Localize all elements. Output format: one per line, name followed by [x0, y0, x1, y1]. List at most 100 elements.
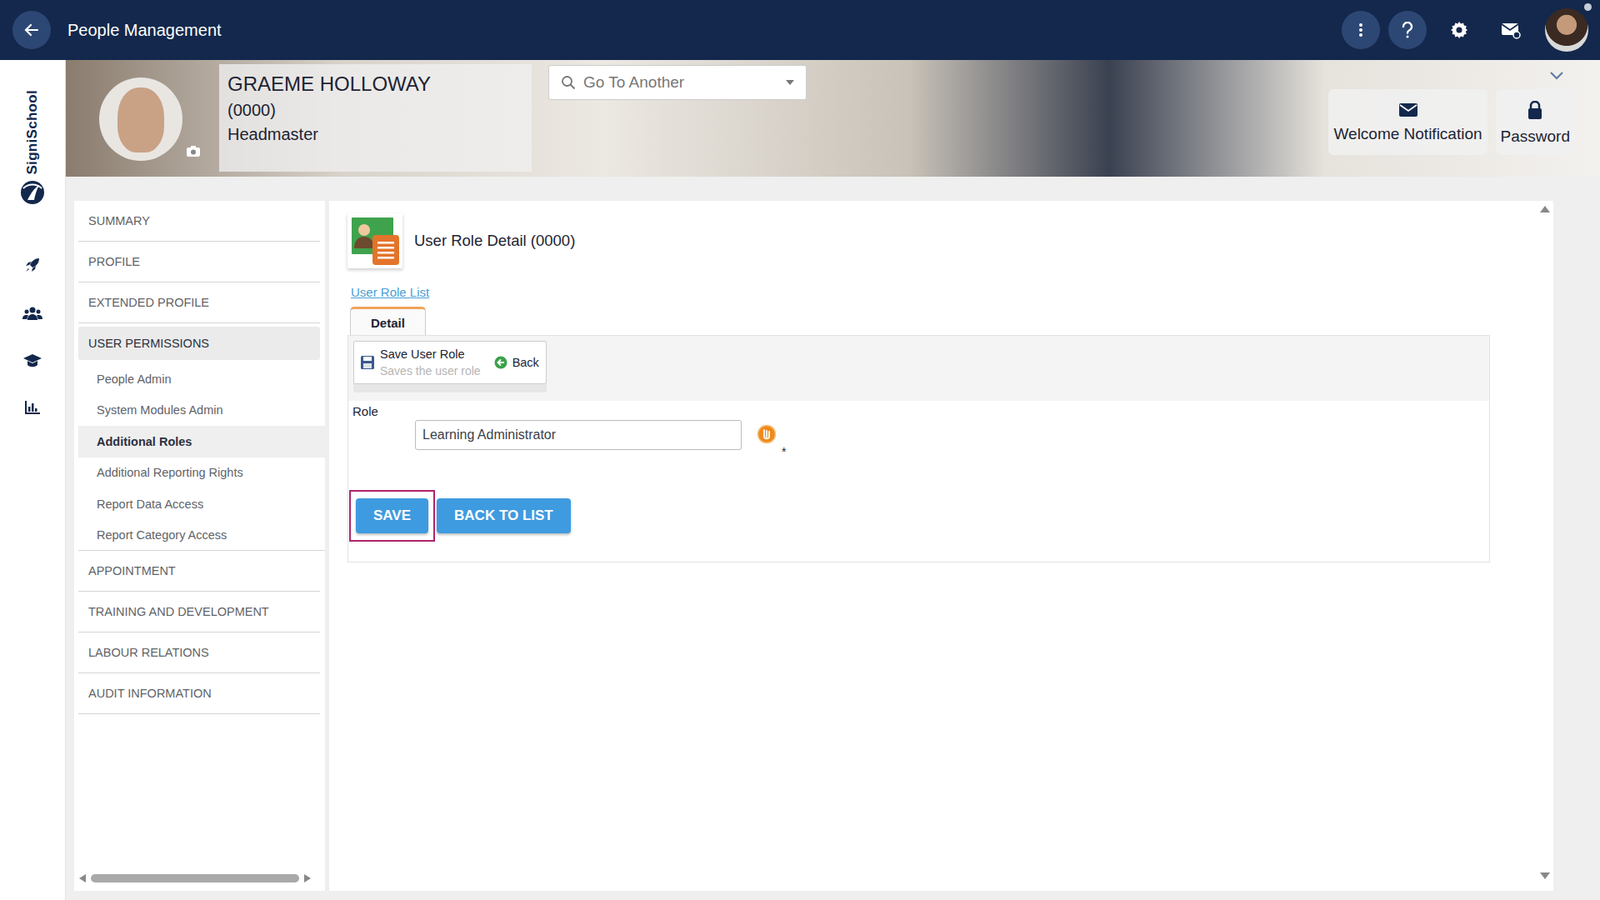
logo-mark-icon: [18, 178, 47, 207]
header-button[interactable]: Welcome Notification: [1328, 89, 1487, 155]
user-role-icon: [347, 213, 403, 269]
menu-item[interactable]: People Admin: [78, 363, 325, 395]
chevron-down-icon[interactable]: [1550, 71, 1564, 80]
detail-panel: User Role Detail (0000) User Role List D…: [329, 200, 1554, 891]
required-mark: *: [781, 445, 786, 459]
user-avatar[interactable]: [1545, 8, 1589, 52]
app: People Management SigniSchool GRAEME HOL…: [0, 0, 1600, 900]
profile-photo: [99, 77, 183, 161]
role-input[interactable]: Learning Administrator: [415, 420, 742, 450]
header-button-label: Welcome Notification: [1333, 125, 1482, 144]
floppy-disk-icon: [360, 355, 375, 370]
question-icon: [1400, 21, 1415, 39]
scroll-right-icon[interactable]: [304, 874, 311, 883]
search-placeholder: Go To Another: [583, 73, 779, 92]
main-area: GRAEME HOLLOWAY (0000) Headmaster Go To …: [65, 60, 1600, 900]
menu-item[interactable]: EXTENDED PROFILE: [78, 282, 320, 324]
vertical-scrollbar[interactable]: [1536, 200, 1554, 891]
top-bar: People Management: [0, 0, 1600, 60]
role-row: Learning Administrator *: [348, 420, 1490, 459]
user-list-icon: [349, 215, 401, 267]
search-icon: [560, 75, 576, 90]
menu-item-label: SUMMARY: [88, 214, 150, 228]
help-button[interactable]: [1388, 10, 1427, 50]
menu-item-label: LABOUR RELATIONS: [88, 645, 210, 660]
menu-item[interactable]: Report Data Access: [78, 488, 325, 520]
tab-body: Save User Role Saves the user role Back …: [347, 335, 1490, 563]
back-button[interactable]: [12, 10, 51, 50]
menu-item[interactable]: SUMMARY: [78, 200, 320, 242]
settings-button[interactable]: [1440, 10, 1479, 50]
horizontal-scrollbar[interactable]: [74, 874, 325, 891]
scroll-down-icon[interactable]: [1540, 872, 1550, 880]
lock-icon: [1527, 100, 1543, 120]
photo-placeholder: [117, 87, 165, 153]
menu-item[interactable]: Additional Roles: [78, 425, 325, 458]
role-label: Role: [348, 400, 1490, 419]
menu-item-label: People Admin: [96, 372, 171, 386]
save-user-role-button[interactable]: Save User Role Saves the user role: [354, 341, 488, 384]
tab[interactable]: Detail: [350, 306, 426, 335]
person-role: Headmaster: [227, 125, 524, 145]
header-button-label: Password: [1500, 127, 1570, 146]
rocket-icon[interactable]: [24, 256, 41, 274]
mail-icon: [1500, 20, 1522, 40]
gear-icon: [1449, 20, 1470, 40]
more-button[interactable]: [1341, 10, 1380, 50]
page-header: User Role Detail (0000): [347, 213, 1490, 269]
arrow-left-icon: [23, 21, 40, 39]
more-vertical-icon: [1358, 22, 1364, 38]
scroll-thumb[interactable]: [90, 874, 300, 883]
logo[interactable]: SigniSchool: [18, 90, 47, 207]
toolbar: Save User Role Saves the user role Back: [353, 340, 547, 385]
menu-item[interactable]: Additional Reporting Rights: [78, 457, 325, 490]
page-title: User Role Detail (0000): [414, 231, 575, 250]
logo-text: SigniSchool: [24, 90, 41, 175]
menu-item[interactable]: APPOINTMENT: [78, 550, 320, 592]
person-info: GRAEME HOLLOWAY (0000) Headmaster: [219, 64, 532, 172]
action-button[interactable]: BACK TO LIST: [436, 498, 571, 534]
menu-item-label: Additional Roles: [96, 435, 192, 449]
menu-item-label: EXTENDED PROFILE: [88, 295, 210, 310]
save-texts: Save User Role Saves the user role: [380, 347, 481, 378]
toolbar-label: Back: [512, 355, 540, 370]
action-button[interactable]: SAVE: [355, 498, 429, 534]
messages-button[interactable]: [1491, 10, 1530, 50]
menu-item-label: PROFILE: [88, 255, 140, 269]
breadcrumb: User Role List: [347, 285, 1490, 300]
menu-item-label: USER PERMISSIONS: [88, 336, 210, 350]
status-dot: [1584, 3, 1592, 11]
scroll-up-icon[interactable]: [1540, 205, 1550, 213]
person-name: GRAEME HOLLOWAY: [227, 72, 524, 96]
caret-down-icon: [785, 80, 795, 85]
body: SigniSchool GRAEME HOLLOWAY (0000) Headm…: [0, 60, 1600, 900]
menu-item[interactable]: LABOUR RELATIONS: [78, 632, 320, 674]
scroll-left-icon[interactable]: [79, 874, 86, 883]
button-wrapper: SAVE: [349, 490, 435, 542]
person-code: (0000): [227, 100, 524, 120]
menu-item[interactable]: AUDIT INFORMATION: [78, 673, 320, 715]
header-button[interactable]: Password: [1495, 89, 1575, 155]
section-menu: SUMMARY PROFILE EXTENDED PROFILE USER PERMI…: [74, 200, 325, 891]
menu-item-label: System Modules Admin: [96, 403, 224, 417]
camera-icon[interactable]: [185, 145, 201, 158]
menu-item[interactable]: PROFILE: [78, 241, 320, 283]
menu-item-label: Report Data Access: [96, 497, 204, 511]
go-to-another-search[interactable]: Go To Another: [548, 65, 807, 100]
lookup-icon[interactable]: [756, 424, 777, 445]
back-toolbar-button[interactable]: Back: [487, 350, 546, 375]
menu-item-label: TRAINING AND DEVELOPMENT: [88, 605, 270, 619]
toolbar-strip: Save User Role Saves the user role Back: [348, 335, 1490, 401]
rail-icons: [22, 256, 43, 415]
menu-item[interactable]: TRAINING AND DEVELOPMENT: [78, 591, 320, 633]
content: SUMMARY PROFILE EXTENDED PROFILE USER PERMI…: [65, 176, 1600, 900]
people-icon[interactable]: [22, 305, 43, 322]
graduation-cap-icon[interactable]: [23, 353, 42, 369]
top-actions: [1341, 8, 1589, 52]
user-role-list-link[interactable]: User Role List: [350, 285, 430, 300]
chart-icon[interactable]: [24, 400, 41, 415]
menu-item-label: Additional Reporting Rights: [96, 465, 244, 480]
menu-item[interactable]: System Modules Admin: [78, 395, 325, 427]
menu-item[interactable]: Report Category Access: [78, 520, 325, 552]
menu-item[interactable]: USER PERMISSIONS: [78, 326, 320, 360]
